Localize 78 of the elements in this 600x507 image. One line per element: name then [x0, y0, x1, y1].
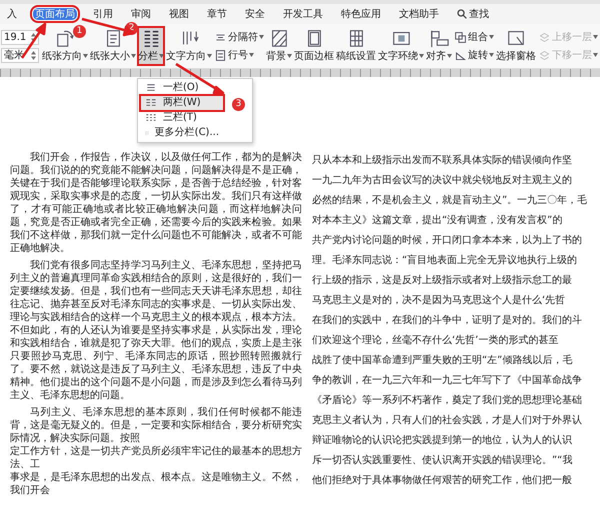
ribbon-button[interactable]: 旋转 — [454, 48, 494, 62]
ribbon-button[interactable]: 文字方向 — [165, 26, 213, 66]
document-text-line: 《矛盾论》等一系列不朽著作，奠定了我们党的思想理论基础 — [312, 394, 583, 408]
ribbon-tab[interactable]: 入 — [2, 5, 22, 23]
ribbon-button[interactable]: 行号 — [214, 48, 264, 62]
document-text-line: 斥一切否认实践重要性、使认识离开实践的错误理论。”“我 — [312, 454, 574, 468]
caret-icon — [159, 54, 164, 58]
document-paragraph: 定工作方针，这是一切共产党员所必须牢牢记住的最基本的思想方法、工 — [10, 445, 302, 471]
ribbon-tab[interactable]: 章节 — [202, 5, 232, 23]
document-text-line: 在我们的实践中，在我们的斗争中，证明了是对的。我们的斗 — [312, 314, 583, 328]
line-number-icon — [214, 48, 227, 62]
menu-item[interactable]: 更多分栏(C)... — [141, 126, 223, 140]
ribbon-tab[interactable]: 视图 — [164, 5, 194, 23]
ribbon-tab[interactable]: 审阅 — [126, 5, 156, 23]
pane-icon — [506, 28, 526, 48]
one-column-icon — [145, 82, 157, 94]
annotation-arrow — [80, 18, 134, 36]
ribbon-button[interactable]: 稿纸设置 — [335, 26, 377, 66]
caret-icon — [287, 54, 292, 58]
document-text-line: 共产党内讨论问题的时候，开口闭口拿本本来，以为上了书的 — [312, 234, 583, 248]
step-number-badge: 3 — [232, 98, 245, 111]
caret-icon — [447, 54, 452, 58]
caret-icon — [489, 35, 494, 39]
document-text-line: 争的教训，在一九三六年和一九三七年写下了《中国革命战争 — [312, 374, 583, 388]
menu-item[interactable]: 一栏(O) — [141, 81, 223, 95]
menu-item[interactable]: 三栏(T) — [141, 111, 223, 125]
ribbon-button[interactable]: 文字环绕 — [377, 26, 425, 66]
ribbon-tab[interactable]: 开发工具 — [278, 5, 328, 23]
document-text-line: 必然的结果，不是机会主义，就是盲动主义”。一九三〇年，毛 — [312, 194, 588, 208]
margin-input-field[interactable]: 19.1 — [1, 30, 39, 44]
search-icon — [457, 9, 467, 19]
document-text-line: 理。毛泽东同志说：“盲目地表面上完全无异议地执行上级的 — [312, 254, 578, 268]
caret-icon — [207, 54, 212, 58]
document-text-line: 克思主义者认为，只有人们的社会实践，才是人们对于外界认 — [312, 414, 583, 428]
spinner-arrows-icon — [31, 32, 36, 42]
caret-icon — [131, 54, 136, 58]
document-text-line: 们欢迎这个理论，丝毫不存什么‘先哲’一类的形式的甚至 — [312, 334, 560, 348]
ribbon-tab[interactable]: 引用 — [88, 5, 118, 23]
ribbon-tab[interactable]: 页面布局 — [30, 5, 80, 23]
ribbon-button[interactable]: 分隔符 — [214, 30, 264, 44]
caret-icon — [489, 53, 494, 57]
align-icon — [429, 28, 449, 48]
caret-icon — [83, 54, 88, 58]
ribbon-tab[interactable]: 安全 — [240, 5, 270, 23]
document-text-line: 行上级的指示，这是反对上级指示或者对上级指示怠工的最 — [312, 274, 573, 288]
group-icon — [454, 30, 467, 44]
search-button[interactable]: 查找 — [452, 5, 494, 23]
page-rotate-icon — [55, 28, 75, 48]
document-text-line: 只从本本和上级指示出发而不联系具体实际的错误倾向作坚 — [312, 154, 573, 168]
three-columns-icon — [145, 112, 157, 124]
ribbon-tab[interactable]: 文档助手 — [394, 5, 444, 23]
document-text-line: 他们拒绝对于具体事物做任何艰苦的研究工作，他们把一般 — [312, 474, 573, 488]
layer-up-icon — [538, 30, 551, 44]
caret-icon — [249, 53, 254, 57]
two-columns-icon — [145, 97, 157, 109]
layer-down-icon — [538, 48, 551, 62]
ribbon-button[interactable]: 对齐 — [425, 26, 453, 66]
document-text-line: 对本本主义》这篇文章，提出“没有调查，没有发言权”的 — [312, 214, 564, 228]
ribbon-button[interactable]: 页面边框 — [293, 26, 335, 66]
document-paragraph: 事求是，是毛泽东思想的出发点、根本点。这是唯物主义。不然，我们开会 — [10, 471, 302, 497]
document-paragraph: 我们开会，作报告，作决议，以及做任何工作，都为的是解决问题。我们说的的究竟能不能解决问题，问题解决得是不是正确，关键在于我们是否能够理论联系实际，是否善于总结经验，针对客观现实，采取实事求是的态度，一切从实际出发。我们只有这样做了，才有可能正确地或者比较正确地解决问题，而这样地解决问题，究竟是否正确或者完全正确，还需要今后的实践来检验。如果我们不这样做，那我们就一定什么问题也不可能解决，或者不可能正确地解决。 — [10, 151, 302, 255]
caret-icon — [259, 35, 264, 39]
ribbon-button[interactable]: 背景 — [265, 26, 293, 66]
document-paragraph: 我们党有很多同志坚持学习马列主义、毛泽东思想，坚持把马列主义的普遍真理同革命实践相结合的原则，这是很好的，我们一定要继续发扬。但是，我们也有一些同志天天讲毛泽东思想，却往往忘记、抛弃甚至反对毛泽东同志的实事求是、一切从实际出发、理论与实践相结合的这样一个马克思主义的根本观点，根本方法。不但如此，有的人还认为谁要是坚持实事求是，从实际出发，理论和实践相结合，谁就是犯了弥天大罪。他们的观点，实质上是主张只要照抄马克思、列宁、毛泽东同志的原话，照抄照转照搬就行了。要不然，就说这是违反了马列主义、毛泽东思想，违反了中央精神。他们提出的这个问题不是小问题，而是涉及到怎么看待马列主义、毛泽东思想的问题。 — [10, 259, 302, 402]
ribbon-button[interactable]: 选择窗格 — [495, 26, 537, 66]
document-text-line: 一九二九年为古田会议写的决议中就尖锐地反对主观主义的 — [312, 174, 573, 188]
menu-item[interactable]: 两栏(W) — [141, 96, 223, 110]
spinner-arrows-icon — [31, 50, 36, 60]
ribbon-tab[interactable]: 特色应用 — [336, 5, 386, 23]
caret-icon — [419, 54, 424, 58]
background-icon — [269, 28, 289, 48]
ribbon-button[interactable]: 组合 — [454, 30, 494, 44]
caret-icon — [593, 35, 598, 39]
caret-icon — [593, 53, 598, 57]
document-text-line: 马克思主义是对的，决不是因为马克思这个人是什么‘先哲 — [312, 294, 566, 308]
document-text-line: 战胜了使中国革命遭到严重失败的王明“左”倾路线以后，毛 — [312, 354, 574, 368]
document-paragraph: 马列主义、毛泽东思想的基本原则，我们任何时候都不能违背，这是毫无疑义的。但是，一定要和实际相结合，要分析研究实际情况，解决实际问题。按照 — [10, 406, 302, 445]
document-text-line: 辩证唯物论的认识论把实践提到第一的地位，认为人的认识 — [312, 434, 573, 448]
